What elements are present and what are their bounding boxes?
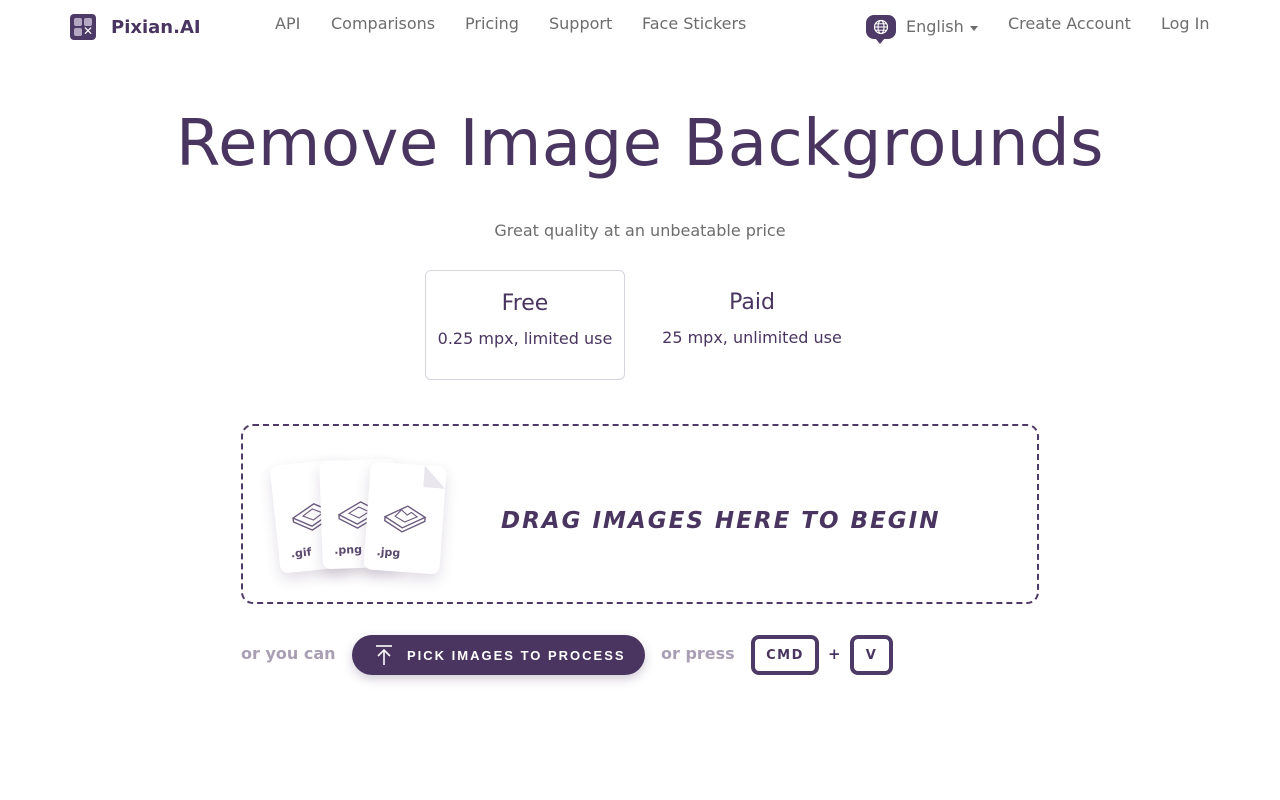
file-type-illustration: .gif .png .jpg [269,456,459,586]
v-key-hint: V [850,635,893,675]
create-account-link[interactable]: Create Account [1008,14,1131,34]
page-fold-icon [423,465,447,489]
upload-arrow-icon [374,644,394,666]
page-subtitle: Great quality at an unbeatable price [494,221,786,240]
file-extension: .gif [290,545,313,561]
page-title: Remove Image Backgrounds [176,107,1104,181]
plan-name: Free [501,291,549,316]
plan-description: 25 mpx, unlimited use [662,328,842,347]
image-dropzone[interactable]: .gif .png .jpg DRAG IMAGES HERE TO BEGIN [241,424,1039,604]
dropzone-instruction: DRAG IMAGES HERE TO BEGIN [501,508,941,534]
nav-link-api[interactable]: API [275,14,300,34]
pick-images-button[interactable]: PICK IMAGES TO PROCESS [352,635,645,675]
caret-down-icon [969,25,978,31]
nav-links: API Comparisons Pricing Support Face Sti… [0,14,1280,38]
or-press-text: or press [661,644,735,663]
nav-link-pricing[interactable]: Pricing [465,14,519,34]
nav-link-comparisons[interactable]: Comparisons [331,14,435,34]
jpg-file-icon: .jpg [363,461,447,575]
language-label: English [906,17,964,36]
nav-link-support[interactable]: Support [549,14,612,34]
or-you-can-text: or you can [241,644,336,663]
plan-name: Paid [729,290,775,315]
login-link[interactable]: Log In [1161,14,1210,34]
nav-link-face-stickers[interactable]: Face Stickers [642,14,746,34]
language-selector[interactable]: English [866,15,978,44]
file-extension: .png [334,542,363,557]
plus-sign: + [828,645,841,663]
top-navigation: ✕ Pixian.AI API Comparisons Pricing Supp… [0,0,1280,52]
file-extension: .jpg [376,545,401,560]
plan-option-free[interactable]: Free 0.25 mpx, limited use [425,270,625,380]
pick-images-label: PICK IMAGES TO PROCESS [407,647,626,663]
plan-description: 0.25 mpx, limited use [437,329,613,348]
cmd-key-hint: CMD [751,635,819,675]
plan-option-paid[interactable]: Paid 25 mpx, unlimited use [652,270,852,380]
globe-icon [866,15,896,44]
